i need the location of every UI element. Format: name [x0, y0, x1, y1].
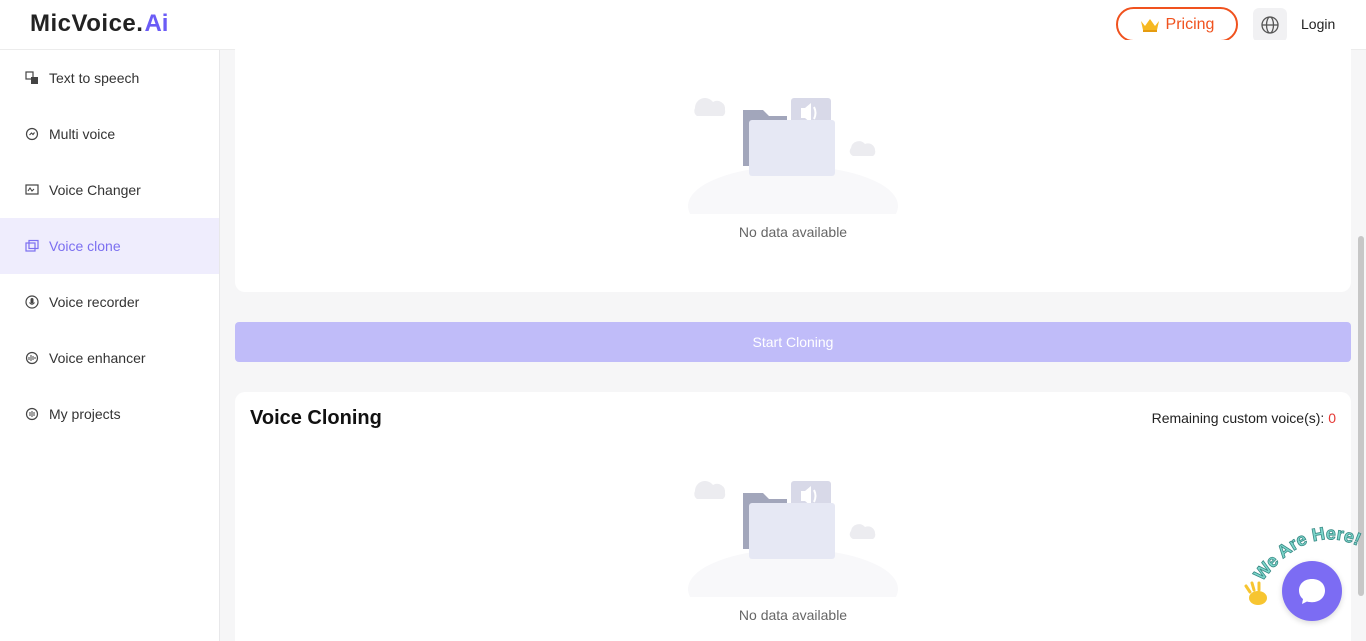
empty-state: No data available — [683, 471, 903, 629]
remaining-count: 0 — [1328, 410, 1336, 426]
sidebar-item-voice-recorder[interactable]: Voice recorder — [0, 274, 219, 330]
sidebar-item-label: Voice enhancer — [49, 350, 146, 366]
globe-icon — [1261, 16, 1279, 34]
multi-voice-icon — [25, 127, 39, 141]
sidebar-item-label: Voice clone — [49, 238, 121, 254]
section-title: Voice Cloning — [250, 407, 382, 429]
login-link[interactable]: Login — [1301, 16, 1335, 32]
voice-enhancer-icon — [25, 351, 39, 365]
chat-icon — [1299, 579, 1325, 604]
sidebar-item-text-to-speech[interactable]: Text to speech — [0, 50, 219, 106]
empty-state-text: No data available — [738, 224, 848, 240]
remaining-voices: Remaining custom voice(s): 0 — [1152, 410, 1336, 426]
sidebar: Text to speech Multi voice Voice Changer… — [0, 50, 220, 641]
empty-state-text: No data available — [738, 607, 848, 623]
pricing-label: Pricing — [1165, 15, 1215, 33]
crown-icon — [1140, 18, 1159, 32]
chat-button[interactable] — [1282, 561, 1342, 621]
language-button[interactable] — [1253, 8, 1287, 42]
sidebar-item-label: My projects — [49, 406, 121, 422]
microphone-icon — [25, 295, 39, 309]
logo-text: MicVoice. — [30, 10, 144, 37]
start-cloning-label: Start Cloning — [752, 334, 834, 350]
start-cloning-button[interactable]: Start Cloning — [235, 322, 1351, 362]
pricing-button[interactable]: Pricing — [1116, 7, 1238, 42]
remaining-label: Remaining custom voice(s): — [1151, 410, 1329, 426]
projects-icon — [25, 407, 39, 421]
sidebar-item-my-projects[interactable]: My projects — [0, 386, 219, 442]
empty-folder-illustration — [688, 481, 898, 629]
sidebar-item-voice-changer[interactable]: Voice Changer — [0, 162, 219, 218]
waving-hand-icon — [1244, 581, 1267, 605]
sidebar-item-multi-voice[interactable]: Multi voice — [0, 106, 219, 162]
sidebar-item-label: Text to speech — [49, 70, 140, 86]
sidebar-item-label: Voice recorder — [49, 294, 140, 310]
empty-folder-illustration — [688, 98, 898, 246]
voice-clone-icon — [25, 239, 39, 253]
micvoice-logo[interactable]: MicVoice. Ai — [30, 9, 168, 39]
sidebar-item-voice-clone[interactable]: Voice clone — [0, 218, 219, 274]
voice-changer-icon — [25, 183, 39, 197]
sidebar-item-label: Voice Changer — [49, 182, 141, 198]
sidebar-item-voice-enhancer[interactable]: Voice enhancer — [0, 330, 219, 386]
sidebar-item-label: Multi voice — [49, 126, 116, 142]
logo-ai-text: Ai — [144, 10, 169, 37]
empty-state: No data available — [683, 88, 903, 246]
text-to-speech-icon — [25, 71, 39, 85]
uploaded-audio-card: No data available — [235, 40, 1351, 292]
